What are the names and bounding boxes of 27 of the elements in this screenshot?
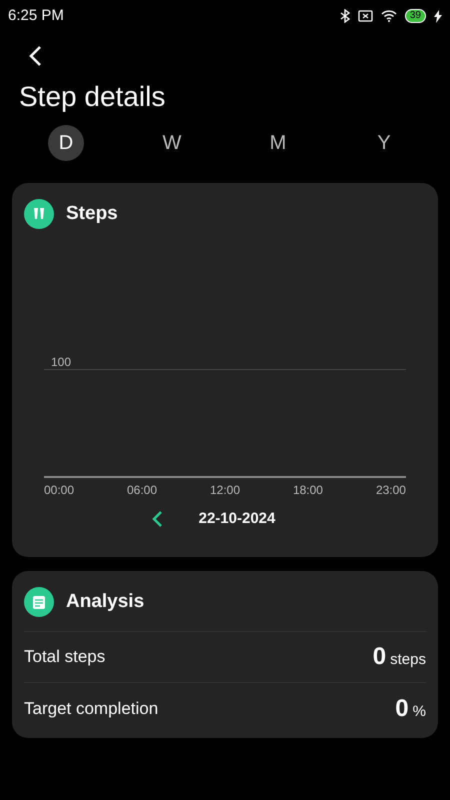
period-tab[interactable]: W <box>154 125 190 161</box>
time-label: 00:00 <box>44 482 74 499</box>
charging-icon <box>434 10 442 22</box>
stat-unit: % <box>412 702 426 722</box>
period-tab[interactable]: Y <box>366 125 402 161</box>
card-title: Analysis <box>66 590 144 614</box>
status-time: 6:25 PM <box>8 6 64 26</box>
time-label: 12:00 <box>210 482 240 499</box>
bluetooth-icon <box>340 9 350 23</box>
date-label: 22-10-2024 <box>198 508 276 529</box>
no-sim-icon <box>358 10 373 22</box>
period-tab[interactable]: D <box>48 125 84 161</box>
page-title: Step details <box>19 81 166 113</box>
time-label: 23:00 <box>376 482 406 499</box>
notepad-icon <box>24 587 54 617</box>
time-label: 06:00 <box>126 482 158 499</box>
period-tab[interactable]: M <box>260 125 296 161</box>
wifi-icon <box>380 10 397 22</box>
battery-indicator: 39 <box>404 9 426 23</box>
time-label: 18:00 <box>292 482 323 499</box>
stat-value: 0 <box>395 694 409 724</box>
gridline-label: 100 <box>51 355 72 369</box>
stat-value: 0 <box>372 642 386 672</box>
stat-unit: steps <box>390 650 426 670</box>
card-title: Steps <box>66 202 118 226</box>
stat-label: Total steps <box>24 646 106 668</box>
stat-label: Target completion <box>24 698 158 720</box>
